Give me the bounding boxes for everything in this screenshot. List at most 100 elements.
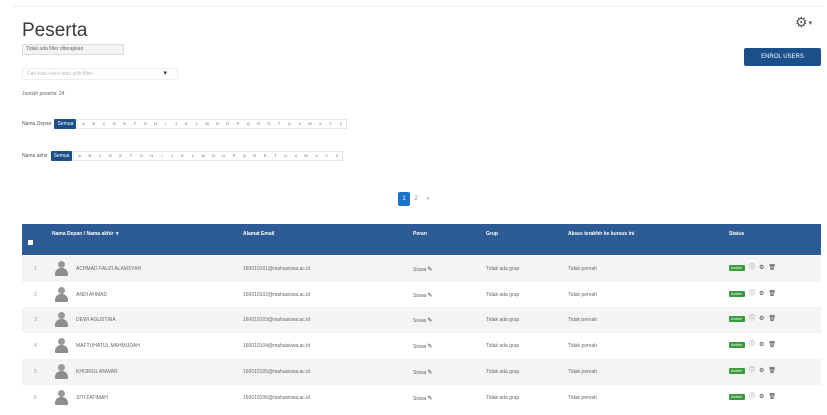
letter-filter-w[interactable]: W — [305, 120, 315, 128]
letter-filter-l[interactable]: L — [188, 152, 198, 160]
trash-icon[interactable]: 🗑 — [768, 342, 776, 348]
trash-icon[interactable]: 🗑 — [768, 265, 776, 271]
letter-filter-s[interactable]: S — [260, 152, 270, 160]
column-name-header[interactable]: Nama Depan / Nama akhir ▼ — [52, 231, 120, 237]
letter-filter-d[interactable]: D — [105, 152, 115, 160]
participant-status: Active ⓘ ⚙ 🗑 — [729, 342, 776, 349]
filter-input[interactable]: Cari kata kunci atau pilih filter ▾ — [22, 68, 178, 80]
letter-filter-a[interactable]: A — [78, 120, 88, 128]
letter-filter-u[interactable]: U — [280, 152, 290, 160]
letter-filter-l[interactable]: L — [192, 120, 202, 128]
letter-filter-o[interactable]: O — [219, 152, 229, 160]
letter-filter-m[interactable]: M — [198, 152, 208, 160]
letter-filter-q[interactable]: Q — [239, 152, 249, 160]
pencil-icon[interactable]: ✎ — [427, 267, 432, 273]
participant-name-link[interactable]: KHOIRUL ANWAR — [76, 369, 118, 375]
cog-icon[interactable]: ⚙ — [759, 265, 764, 271]
pencil-icon[interactable]: ✎ — [427, 396, 432, 402]
letter-filter-a[interactable]: A — [74, 152, 84, 160]
letter-filter-f[interactable]: F — [130, 120, 140, 128]
letter-filter-h[interactable]: H — [150, 120, 160, 128]
letter-filter-o[interactable]: O — [222, 120, 232, 128]
pencil-icon[interactable]: ✎ — [427, 318, 432, 324]
participant-name-link[interactable]: DEWI AGUSTINA — [76, 317, 116, 323]
letter-filter-m[interactable]: M — [202, 120, 212, 128]
info-icon[interactable]: ⓘ — [749, 394, 755, 400]
trash-icon[interactable]: 🗑 — [768, 316, 776, 322]
participant-name-link[interactable]: SITI FATIMAH — [76, 395, 108, 401]
cog-icon[interactable]: ⚙ — [759, 342, 764, 348]
letter-filter-e[interactable]: E — [120, 120, 130, 128]
participant-name-link[interactable]: MAFTUHATUL MAHMUDAH — [76, 343, 140, 349]
column-roles-header: Peran — [413, 231, 427, 237]
letter-filter-k[interactable]: K — [181, 120, 191, 128]
column-last-access-header[interactable]: Akses terakhir ke kursus ini — [568, 231, 634, 237]
info-icon[interactable]: ⓘ — [749, 291, 755, 297]
pencil-icon[interactable]: ✎ — [427, 370, 432, 376]
letter-filter-i[interactable]: I — [157, 152, 167, 160]
letter-filter-q[interactable]: Q — [243, 120, 253, 128]
letter-filter-t[interactable]: T — [270, 152, 280, 160]
page-link-1[interactable]: 1 — [398, 192, 410, 206]
letter-filter-v[interactable]: V — [291, 152, 301, 160]
enrol-users-button[interactable]: ENROL USERS — [744, 48, 821, 66]
letter-filter-i[interactable]: I — [161, 120, 171, 128]
page-link-2[interactable]: 2 — [410, 192, 422, 206]
pencil-icon[interactable]: ✎ — [427, 293, 432, 299]
letter-filter-g[interactable]: G — [140, 120, 150, 128]
pencil-icon[interactable]: ✎ — [427, 344, 432, 350]
letter-filter-t[interactable]: T — [274, 120, 284, 128]
letter-filter-r[interactable]: R — [253, 120, 263, 128]
info-icon[interactable]: ⓘ — [749, 316, 755, 322]
letter-filter-j[interactable]: J — [171, 120, 181, 128]
letter-filter-g[interactable]: G — [136, 152, 146, 160]
participant-name-link[interactable]: ACHMAD FAUZI ALAMSYAH — [76, 266, 141, 272]
letter-filter-c[interactable]: C — [95, 152, 105, 160]
trash-icon[interactable]: 🗑 — [768, 368, 776, 374]
letter-filter-p[interactable]: P — [233, 120, 243, 128]
cog-icon[interactable]: ⚙ — [759, 368, 764, 374]
letter-filter-f[interactable]: F — [126, 152, 136, 160]
trash-icon[interactable]: 🗑 — [768, 291, 776, 297]
letter-filter-h[interactable]: H — [147, 152, 157, 160]
info-icon[interactable]: ⓘ — [749, 368, 755, 374]
participant-role: Siswa✎ — [413, 395, 432, 402]
letter-filter-p[interactable]: P — [229, 152, 239, 160]
cog-icon[interactable]: ⚙ — [759, 394, 764, 400]
letter-filter-y[interactable]: Y — [325, 120, 335, 128]
avatar — [55, 286, 68, 302]
letter-filter-z[interactable]: Z — [332, 152, 342, 160]
letter-filter-r[interactable]: R — [249, 152, 259, 160]
letter-filter-k[interactable]: K — [177, 152, 187, 160]
letter-filter-w[interactable]: W — [301, 152, 311, 160]
letter-filter-v[interactable]: V — [295, 120, 305, 128]
letter-filter-x[interactable]: X — [311, 152, 321, 160]
info-icon[interactable]: ⓘ — [749, 265, 755, 271]
settings-menu[interactable]: ⚙▾ — [795, 14, 812, 31]
letter-filter-n[interactable]: N — [212, 120, 222, 128]
letter-filter-d[interactable]: D — [109, 120, 119, 128]
first-name-all-button[interactable]: Semua — [54, 119, 77, 129]
cog-icon[interactable]: ⚙ — [759, 291, 764, 297]
letter-filter-n[interactable]: N — [208, 152, 218, 160]
letter-filter-y[interactable]: Y — [322, 152, 332, 160]
select-all-checkbox[interactable] — [28, 240, 33, 245]
letter-filter-x[interactable]: X — [315, 120, 325, 128]
letter-filter-u[interactable]: U — [284, 120, 294, 128]
last-name-all-button[interactable]: Semua — [50, 151, 73, 161]
letter-filter-s[interactable]: S — [264, 120, 274, 128]
letter-filter-b[interactable]: B — [85, 152, 95, 160]
status-badge: Active — [729, 367, 745, 374]
page-link-3[interactable]: » — [422, 192, 434, 206]
enrol-method-select[interactable]: Tidak ada filter diterapkan — [22, 44, 124, 55]
column-email-header[interactable]: Alamat Email — [243, 231, 274, 237]
trash-icon[interactable]: 🗑 — [768, 394, 776, 400]
cog-icon[interactable]: ⚙ — [759, 316, 764, 322]
letter-filter-c[interactable]: C — [99, 120, 109, 128]
letter-filter-j[interactable]: J — [167, 152, 177, 160]
participant-name-link[interactable]: ANDI AHMAD — [76, 292, 107, 298]
letter-filter-e[interactable]: E — [116, 152, 126, 160]
info-icon[interactable]: ⓘ — [749, 342, 755, 348]
letter-filter-z[interactable]: Z — [336, 120, 346, 128]
letter-filter-b[interactable]: B — [89, 120, 99, 128]
